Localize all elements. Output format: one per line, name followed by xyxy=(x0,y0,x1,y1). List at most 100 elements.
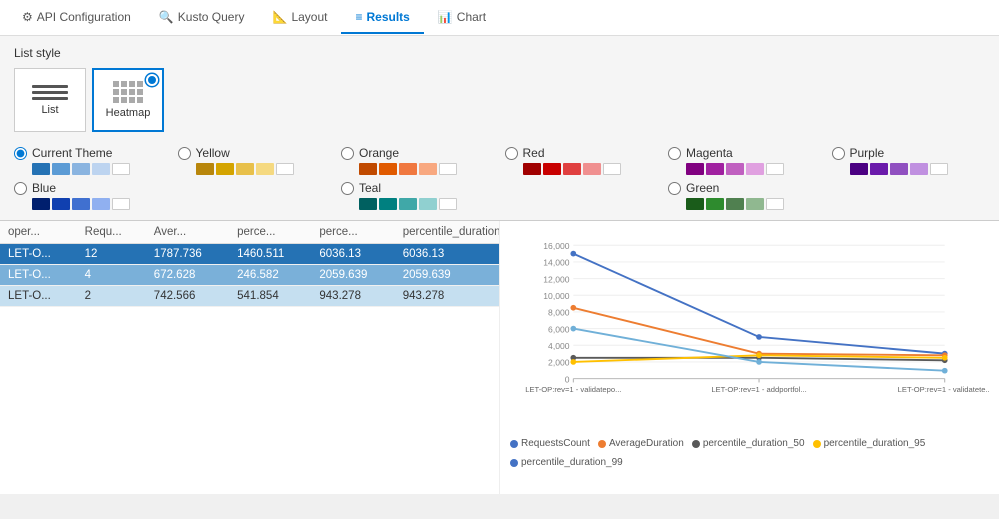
color-theme-name-purple: Purple xyxy=(850,146,885,160)
table-cell: 1460.511 xyxy=(229,244,311,265)
options-panel: List style List Heatmap Current ThemeYel… xyxy=(0,36,999,221)
swatch xyxy=(686,163,704,175)
color-theme-name-magenta: Magenta xyxy=(686,146,733,160)
tab-api-config[interactable]: ⚙ API Configuration xyxy=(8,2,145,34)
svg-text:4,000: 4,000 xyxy=(548,341,570,351)
legend-label: RequestsCount xyxy=(521,438,590,449)
tab-results[interactable]: ≡ Results xyxy=(341,2,423,34)
kusto-query-icon: 🔍 xyxy=(159,10,174,24)
color-swatches-current xyxy=(32,163,168,175)
svg-text:0: 0 xyxy=(565,374,570,384)
legend-item-p50: percentile_duration_50 xyxy=(692,438,805,449)
tab-chart[interactable]: 📊 Chart xyxy=(424,2,500,34)
tab-kusto-query[interactable]: 🔍 Kusto Query xyxy=(145,2,259,34)
swatch xyxy=(72,198,90,210)
swatch xyxy=(603,163,621,175)
results-table-area[interactable]: oper...Requ...Aver...perce...perce...per… xyxy=(0,221,500,494)
color-option-orange[interactable]: Orange xyxy=(341,146,495,175)
color-swatches-blue xyxy=(32,198,331,210)
swatch xyxy=(112,198,130,210)
svg-text:6,000: 6,000 xyxy=(548,324,570,334)
color-option-magenta[interactable]: Magenta xyxy=(668,146,822,175)
color-theme-name-blue: Blue xyxy=(32,181,56,195)
color-option-red[interactable]: Red xyxy=(505,146,659,175)
swatch xyxy=(72,163,90,175)
list-label: List xyxy=(41,104,58,116)
swatch xyxy=(399,163,417,175)
swatch xyxy=(419,198,437,210)
color-theme-name-green: Green xyxy=(686,181,719,195)
color-option-blue[interactable]: Blue xyxy=(14,181,331,210)
swatch xyxy=(706,198,724,210)
swatch xyxy=(543,163,561,175)
color-swatches-red xyxy=(523,163,659,175)
table-header-cell: Requ... xyxy=(77,221,146,244)
swatch xyxy=(112,163,130,175)
color-label-current[interactable]: Current Theme xyxy=(14,146,168,160)
swatch xyxy=(236,163,254,175)
color-label-teal[interactable]: Teal xyxy=(341,181,658,195)
color-label-yellow[interactable]: Yellow xyxy=(178,146,332,160)
swatch xyxy=(890,163,908,175)
table-cell: LET-O... xyxy=(0,265,77,286)
color-label-green[interactable]: Green xyxy=(668,181,985,195)
table-cell: 541.854 xyxy=(229,286,311,307)
results-table: oper...Requ...Aver...perce...perce...per… xyxy=(0,221,499,307)
tab-api-config-label: API Configuration xyxy=(37,10,131,24)
color-label-orange[interactable]: Orange xyxy=(341,146,495,160)
swatch xyxy=(52,198,70,210)
svg-text:14,000: 14,000 xyxy=(543,258,569,268)
svg-text:LET-OP:rev=1 - validatepo...: LET-OP:rev=1 - validatepo... xyxy=(525,385,621,394)
swatch xyxy=(379,163,397,175)
color-swatches-green xyxy=(686,198,985,210)
table-row[interactable]: LET-O...2742.566541.854943.278943.278 xyxy=(0,286,499,307)
legend-label: percentile_duration_95 xyxy=(824,438,926,449)
color-option-purple[interactable]: Purple xyxy=(832,146,986,175)
color-label-magenta[interactable]: Magenta xyxy=(668,146,822,160)
swatch xyxy=(583,163,601,175)
tab-layout[interactable]: 📐 Layout xyxy=(258,2,341,34)
swatch xyxy=(930,163,948,175)
swatch xyxy=(523,163,541,175)
legend-item-p95: percentile_duration_95 xyxy=(813,438,926,449)
main-content: oper...Requ...Aver...perce...perce...per… xyxy=(0,221,999,494)
swatch xyxy=(52,163,70,175)
tab-results-label: Results xyxy=(366,10,409,24)
color-label-blue[interactable]: Blue xyxy=(14,181,331,195)
color-label-purple[interactable]: Purple xyxy=(832,146,986,160)
legend-label: percentile_duration_99 xyxy=(521,457,623,468)
color-option-yellow[interactable]: Yellow xyxy=(178,146,332,175)
table-cell: 2059.639 xyxy=(311,265,394,286)
color-theme-name-teal: Teal xyxy=(359,181,381,195)
table-row[interactable]: LET-O...4672.628246.5822059.6392059.639 xyxy=(0,265,499,286)
swatch xyxy=(359,163,377,175)
legend-dot xyxy=(692,440,700,448)
swatch xyxy=(379,198,397,210)
color-theme-name-red: Red xyxy=(523,146,545,160)
chart-area: 02,0004,0006,0008,00010,00012,00014,0001… xyxy=(500,221,999,494)
color-swatches-yellow xyxy=(196,163,332,175)
svg-text:8,000: 8,000 xyxy=(548,308,570,318)
swatch xyxy=(256,163,274,175)
heatmap-style-option[interactable]: Heatmap xyxy=(92,68,164,132)
layout-icon: 📐 xyxy=(272,10,287,24)
swatch xyxy=(92,163,110,175)
table-header-cell: percentile_duration_99 xyxy=(395,221,499,244)
color-option-green[interactable]: Green xyxy=(668,181,985,210)
swatch xyxy=(32,163,50,175)
color-label-red[interactable]: Red xyxy=(505,146,659,160)
swatch xyxy=(92,198,110,210)
chart-legend: RequestsCount AverageDuration percentile_d… xyxy=(510,438,989,468)
table-cell: 246.582 xyxy=(229,265,311,286)
list-style-option[interactable]: List xyxy=(14,68,86,132)
table-cell: 2059.639 xyxy=(395,265,499,286)
color-option-current[interactable]: Current Theme xyxy=(14,146,168,175)
legend-label: AverageDuration xyxy=(609,438,684,449)
list-style-options: List Heatmap xyxy=(14,68,985,132)
tab-layout-label: Layout xyxy=(291,10,327,24)
table-row[interactable]: LET-O...121787.7361460.5116036.136036.13 xyxy=(0,244,499,265)
color-option-teal[interactable]: Teal xyxy=(341,181,658,210)
swatch xyxy=(196,163,214,175)
swatch xyxy=(746,163,764,175)
svg-text:2,000: 2,000 xyxy=(548,358,570,368)
